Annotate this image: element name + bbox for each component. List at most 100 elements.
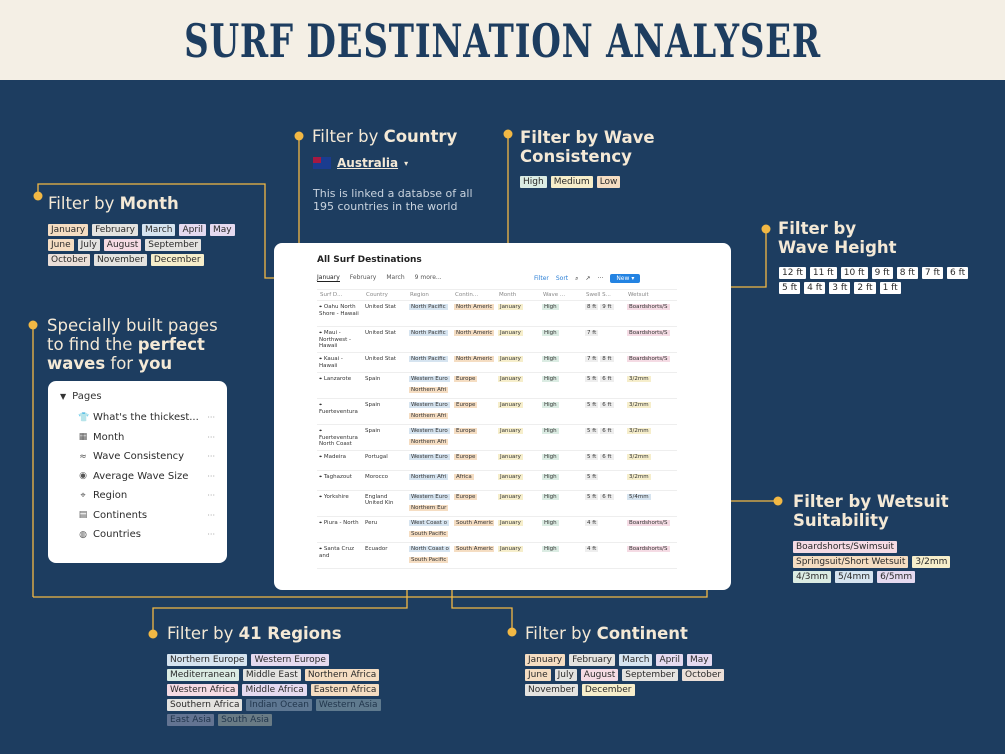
sort-button[interactable]: Sort bbox=[556, 275, 568, 282]
swell-tag: 4 ft bbox=[585, 546, 599, 552]
page-link[interactable]: ▦ Month ··· bbox=[60, 428, 215, 448]
more-icon[interactable]: ··· bbox=[207, 413, 215, 422]
location-pin-icon: ⌖ bbox=[319, 402, 323, 408]
page-link[interactable]: ≈ Wave Consistency ··· bbox=[60, 447, 215, 467]
wave-tag: High bbox=[542, 356, 559, 362]
cell-destination: ⌖ Maui - Northwest - Hawaii bbox=[317, 327, 363, 352]
column-header[interactable]: Wave ... bbox=[540, 290, 583, 300]
swell-tag: 5 ft bbox=[585, 402, 599, 408]
table-row[interactable]: ⌖ Madeira Portugal Western Euro Europe Janua… bbox=[317, 451, 677, 471]
table-row[interactable]: ⌖ Fuerteventura Spain Western EuroNorthern… bbox=[317, 399, 677, 425]
cell: Europe bbox=[452, 491, 496, 516]
tab-march[interactable]: March bbox=[386, 274, 404, 282]
country-name: Spain bbox=[365, 402, 381, 408]
filter-chip: Northern Europe bbox=[167, 654, 248, 666]
destination-name: Maui - Northwest - Hawaii bbox=[319, 330, 352, 349]
table-row[interactable]: ⌖ Yorkshire England United Kin Western Euro… bbox=[317, 491, 677, 517]
region-tag: West Coast o bbox=[409, 520, 449, 526]
wetsuit-tag: 3/2mm bbox=[627, 428, 651, 434]
more-icon[interactable]: ··· bbox=[207, 530, 215, 539]
pages-toggle[interactable]: ▼ Pages bbox=[60, 391, 215, 402]
wetsuit-tag: 3/2mm bbox=[627, 474, 651, 480]
country-name: United Stat bbox=[365, 304, 396, 310]
page-link[interactable]: ◍ Countries ··· bbox=[60, 525, 215, 545]
country-dot bbox=[294, 131, 304, 141]
continent-tag: South Americ bbox=[454, 546, 494, 552]
cell-swell: 7 ft bbox=[583, 327, 625, 352]
filter-chip: Middle East bbox=[242, 669, 301, 681]
more-icon[interactable]: ··· bbox=[207, 472, 215, 481]
region-tag: North Pacific bbox=[409, 356, 448, 362]
continent-tag: Europe bbox=[454, 376, 478, 382]
cell-destination: ⌖ Yorkshire bbox=[317, 491, 363, 516]
tab-february[interactable]: February bbox=[350, 274, 377, 282]
column-header[interactable]: Contin... bbox=[452, 290, 496, 300]
filter-chip: January bbox=[525, 654, 566, 666]
table-row[interactable]: ⌖ Santa Cruz and Ecuador North Coast o Sout… bbox=[317, 543, 677, 569]
cell: High bbox=[540, 451, 583, 470]
tab-9-more-[interactable]: 9 more... bbox=[415, 274, 442, 282]
tab-january[interactable]: January bbox=[317, 274, 340, 282]
column-header[interactable]: Wetsuit bbox=[625, 290, 677, 300]
cell-country: Spain bbox=[363, 373, 407, 398]
cell-destination: ⌖ Kauai - Hawaii bbox=[317, 353, 363, 372]
wave-tag: High bbox=[542, 304, 559, 310]
table-row[interactable]: ⌖ Fuerteventura North Coast Spain Western … bbox=[317, 425, 677, 451]
cell-wetsuit: Boardshorts/S bbox=[625, 327, 677, 352]
destination-name: Madeira bbox=[323, 454, 347, 460]
table-row[interactable]: ⌖ Kauai - Hawaii United Stat North Pacific… bbox=[317, 353, 677, 373]
cell: January bbox=[496, 327, 540, 352]
continent-tag: South Americ bbox=[454, 520, 494, 526]
region-tag: North Pacific bbox=[409, 330, 448, 336]
table-row[interactable]: ⌖ Lanzarote Spain Western Euro Northern Afr… bbox=[317, 373, 677, 399]
country-select[interactable]: Australia ▾ bbox=[313, 156, 408, 170]
country-name: United Stat bbox=[365, 330, 396, 336]
country-name: Spain bbox=[365, 376, 381, 382]
expand-icon[interactable]: ↗ bbox=[586, 275, 591, 282]
month-dot bbox=[33, 191, 43, 201]
column-header[interactable]: Surf D... bbox=[317, 290, 363, 300]
cell-region: Western Euro bbox=[407, 451, 452, 470]
filter-chip: 12 ft bbox=[779, 267, 806, 279]
more-icon[interactable]: ··· bbox=[207, 491, 215, 500]
table-row[interactable]: ⌖ Maui - Northwest - Hawaii United Stat No… bbox=[317, 327, 677, 353]
search-icon[interactable]: ⌕ bbox=[575, 275, 578, 283]
page-link[interactable]: 👕 What's the thickest... ··· bbox=[60, 408, 215, 428]
filter-chip: May bbox=[687, 654, 712, 666]
month-tag: January bbox=[498, 454, 523, 460]
month-tag: January bbox=[498, 304, 523, 310]
destination-name: Yorkshire bbox=[323, 494, 349, 500]
more-icon[interactable]: ··· bbox=[598, 275, 604, 282]
column-header[interactable]: Swell S... bbox=[583, 290, 625, 300]
more-icon[interactable]: ··· bbox=[207, 511, 215, 520]
cell: High bbox=[540, 353, 583, 372]
filter-button[interactable]: Filter bbox=[534, 275, 549, 282]
filter-chip: September bbox=[145, 239, 202, 251]
cell-region: North Pacific bbox=[407, 353, 452, 372]
new-button[interactable]: New ▾ bbox=[610, 274, 641, 283]
more-icon[interactable]: ··· bbox=[207, 452, 215, 461]
column-header[interactable]: Month bbox=[496, 290, 540, 300]
filter-chip: July bbox=[77, 239, 100, 251]
cell: January bbox=[496, 353, 540, 372]
cell-region: North Pacific bbox=[407, 327, 452, 352]
page-link[interactable]: ▤ Continents ··· bbox=[60, 506, 215, 526]
cell: January bbox=[496, 373, 540, 398]
table-row[interactable]: ⌖ Taghazout Morocco Northern Afri Africa Jan… bbox=[317, 471, 677, 491]
column-header[interactable]: Region bbox=[407, 290, 452, 300]
more-icon[interactable]: ··· bbox=[207, 433, 215, 442]
page-link[interactable]: ⌖ Region ··· bbox=[60, 486, 215, 506]
filter-chip: East Asia bbox=[167, 714, 215, 726]
filter-chip: November bbox=[94, 254, 147, 266]
table-row[interactable]: ⌖ Piura - North Peru West Coast o South Pac… bbox=[317, 517, 677, 543]
continent-tag: Europe bbox=[454, 494, 478, 500]
swell-tag: 5 ft bbox=[585, 376, 599, 382]
filter-chip: December bbox=[581, 684, 635, 696]
column-header[interactable]: Country bbox=[363, 290, 407, 300]
page-link[interactable]: ◉ Average Wave Size ··· bbox=[60, 467, 215, 487]
table-row[interactable]: ⌖ Oahu North Shore - Hawaii United Stat No… bbox=[317, 301, 677, 327]
swell-tag: 7 ft bbox=[585, 356, 599, 362]
pages-dot bbox=[28, 320, 38, 330]
region-tag: Northern Eur bbox=[409, 505, 449, 511]
month-tag: January bbox=[498, 494, 523, 500]
